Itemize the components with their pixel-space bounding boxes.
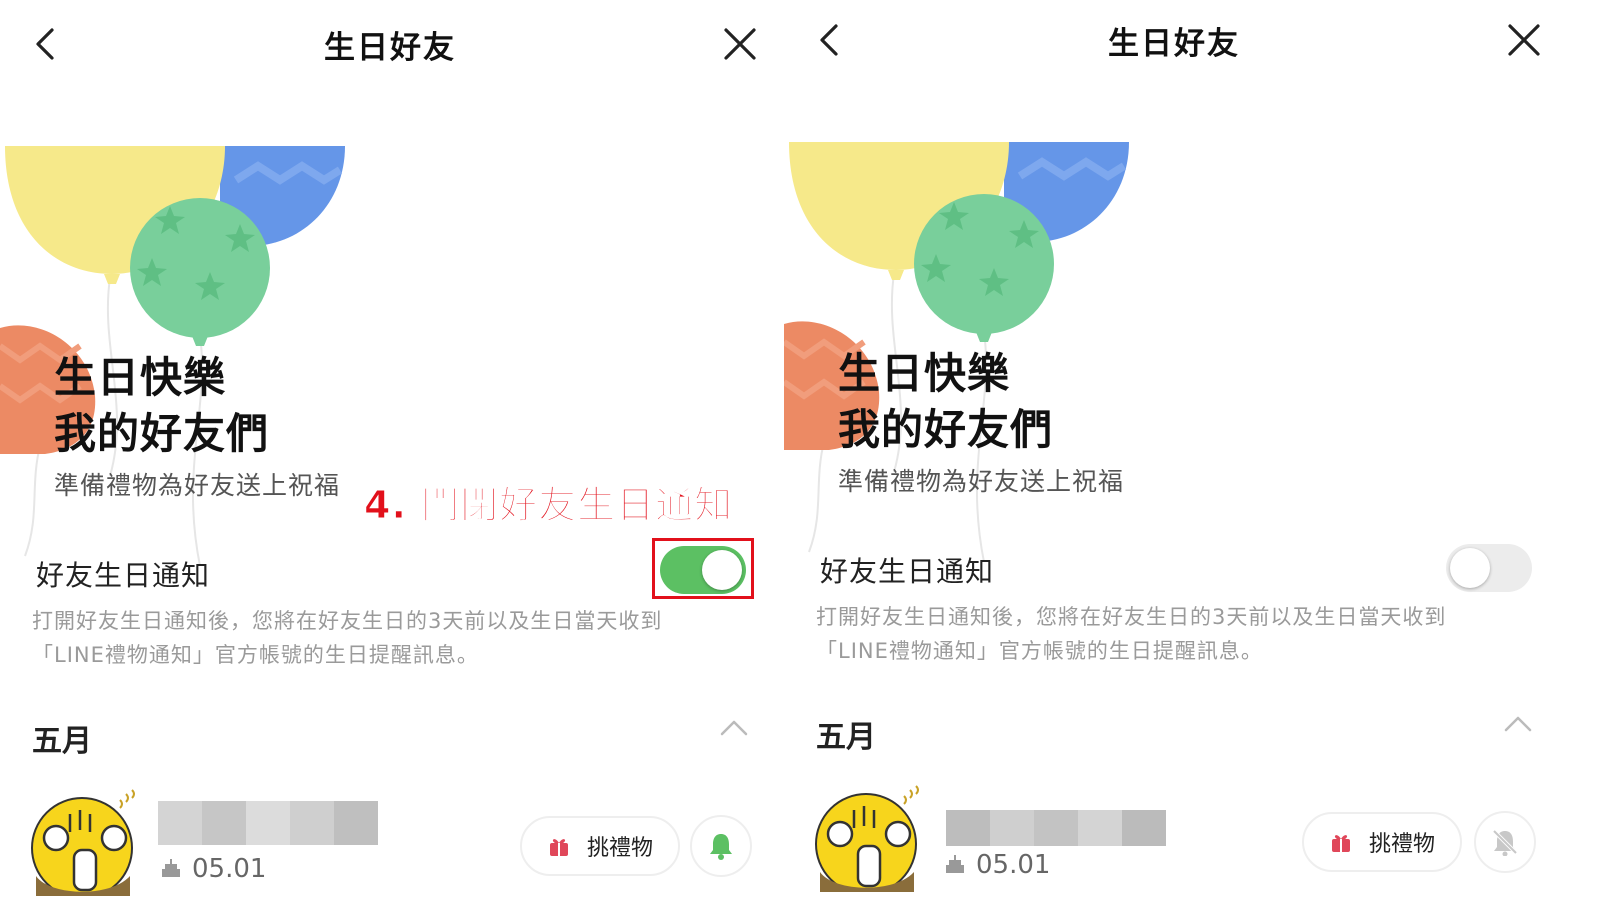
birthday-notification-label: 好友生日通知 bbox=[36, 559, 211, 592]
screen-notification-off: 生日好友 生日快樂 我的好友們 準備禮物為好友送上祝福 好友生日通知 打開好友生… bbox=[784, 0, 1564, 900]
chevron-up-icon[interactable] bbox=[1502, 712, 1534, 736]
birthday-notification-toggle[interactable] bbox=[1446, 544, 1532, 592]
friend-avatar[interactable] bbox=[814, 782, 926, 892]
month-header: 五月 bbox=[32, 724, 92, 759]
annotation-highlight-box bbox=[652, 538, 754, 599]
birthday-notification-label: 好友生日通知 bbox=[820, 555, 995, 588]
notification-description: 打開好友生日通知後，您將在好友生日的3天前以及生日當天收到 「LINE禮物通知」… bbox=[32, 609, 663, 667]
page-title: 生日好友 bbox=[1108, 26, 1240, 62]
bell-muted-icon bbox=[1492, 829, 1518, 856]
chevron-up-icon[interactable] bbox=[718, 716, 750, 740]
friend-birthday: 05.01 bbox=[944, 850, 1050, 880]
month-header: 五月 bbox=[816, 720, 876, 755]
birthday-bell-button[interactable] bbox=[1474, 811, 1536, 873]
friend-name-redacted bbox=[158, 801, 378, 845]
friend-name-redacted bbox=[946, 810, 1166, 846]
close-icon[interactable] bbox=[720, 24, 760, 64]
cake-icon bbox=[162, 859, 180, 877]
gift-icon bbox=[549, 839, 568, 856]
bell-icon bbox=[710, 834, 732, 860]
close-icon[interactable] bbox=[1504, 20, 1544, 60]
cake-icon bbox=[946, 855, 964, 873]
hero-title: 生日快樂 我的好友們 bbox=[838, 349, 1054, 454]
notification-description: 打開好友生日通知後，您將在好友生日的3天前以及生日當天收到 「LINE禮物通知」… bbox=[816, 605, 1447, 663]
choose-gift-button[interactable]: 挑禮物 bbox=[1302, 812, 1462, 872]
annotation-label: 4. 關閉好友生日通知 bbox=[363, 483, 734, 528]
hero-title: 生日快樂 我的好友們 bbox=[54, 353, 270, 458]
friend-avatar[interactable] bbox=[30, 786, 142, 896]
birthday-bell-button[interactable] bbox=[690, 815, 752, 877]
screen-notification-on: 生日好友 生日快樂 我的好友們 準備禮物為好友送上祝福 4. 關閉好友生日通知 … bbox=[0, 0, 780, 900]
gift-icon bbox=[1331, 835, 1350, 852]
hero-subtitle: 準備禮物為好友送上祝福 bbox=[838, 467, 1125, 496]
hero-subtitle: 準備禮物為好友送上祝福 bbox=[54, 471, 341, 500]
page-title: 生日好友 bbox=[324, 30, 456, 66]
friend-birthday: 05.01 bbox=[160, 854, 266, 884]
choose-gift-button[interactable]: 挑禮物 bbox=[520, 816, 680, 876]
